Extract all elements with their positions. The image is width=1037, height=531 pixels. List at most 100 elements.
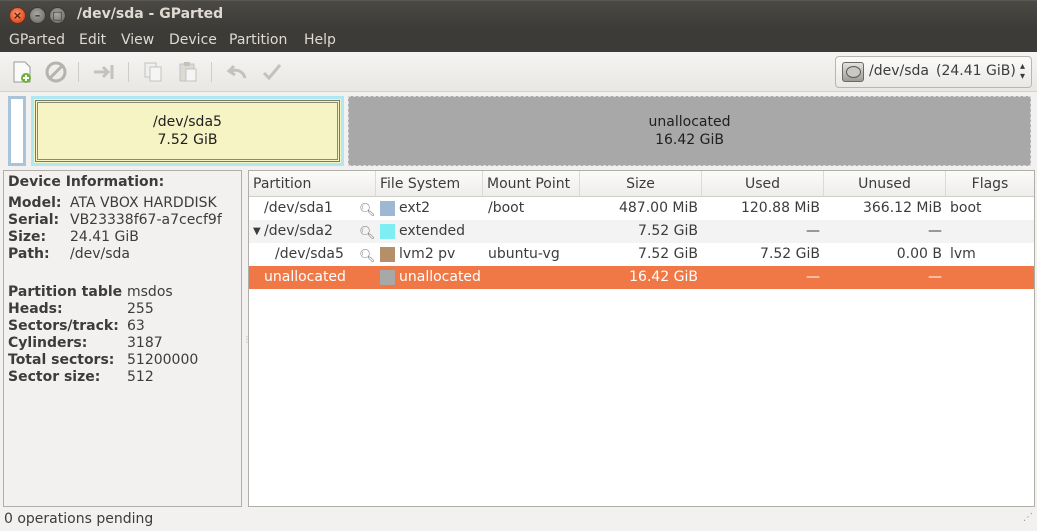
cell-flags: lvm: [950, 246, 976, 262]
column-header-file-system[interactable]: File System: [376, 171, 483, 197]
resize-move-icon: [94, 65, 114, 79]
cell-size: 7.52 GiB: [638, 246, 698, 262]
menu-edit[interactable]: Edit: [79, 32, 106, 48]
info-row-total-sectors: Total sectors: 51200000: [8, 352, 198, 369]
paste-icon: [179, 62, 197, 82]
copy-icon: [144, 62, 162, 82]
new-icon: [13, 61, 31, 83]
status-text: 0 operations pending: [4, 511, 154, 527]
window-title: /dev/sda - GParted: [77, 6, 224, 22]
info-value: 255: [127, 301, 154, 317]
cell-unused: 0.00 B: [896, 246, 942, 262]
column-header-flags[interactable]: Flags: [946, 171, 1034, 197]
cell-size: 487.00 MiB: [618, 200, 698, 216]
info-row-cylinders: Cylinders: 3187: [8, 335, 163, 352]
info-row-heads: Heads: 255: [8, 301, 154, 318]
cell-partition: /dev/sda1: [264, 200, 333, 216]
info-row-path: Path: /dev/sda: [8, 246, 130, 263]
cell-partition: /dev/sda2: [264, 223, 333, 239]
new-partition-button[interactable]: [10, 60, 34, 84]
cell-used: —: [806, 269, 820, 285]
cell-unused: 366.12 MiB: [862, 200, 942, 216]
info-row-size: Size: 24.41 GiB: [8, 229, 139, 246]
cell-flags: boot: [950, 200, 982, 216]
partition-block-name: unallocated: [648, 114, 731, 130]
apply-icon: [262, 64, 282, 81]
window-resize-grip[interactable]: ⋰: [1023, 512, 1033, 523]
partition-block-unallocated[interactable]: unallocated 16.42 GiB: [348, 96, 1031, 166]
undo-button[interactable]: [225, 60, 249, 84]
device-info-panel: Device Information: Model: ATA VBOX HARD…: [3, 170, 242, 507]
column-header-size[interactable]: Size: [580, 171, 702, 197]
info-value: /dev/sda: [70, 246, 130, 262]
fs-color-swatch: [380, 224, 395, 239]
minimize-icon: –: [34, 9, 41, 22]
key-icon: 🔍︎: [359, 226, 376, 241]
cell-size: 16.42 GiB: [629, 269, 698, 285]
column-header-partition[interactable]: Partition: [249, 171, 376, 197]
info-row-model: Model: ATA VBOX HARDDISK: [8, 195, 217, 212]
resize-move-button[interactable]: [92, 60, 116, 84]
table-row[interactable]: /dev/sda5 🔍︎ lvm2 pv ubuntu-vg 7.52 GiB …: [249, 243, 1034, 266]
fs-color-swatch: [380, 247, 395, 262]
menu-help[interactable]: Help: [304, 32, 336, 48]
harddisk-icon: [842, 62, 864, 82]
status-bar: 0 operations pending: [0, 507, 1037, 531]
table-row[interactable]: ▼ /dev/sda2 🔍︎ extended 7.52 GiB — —: [249, 220, 1034, 243]
info-row-sectors-track: Sectors/track: 63: [8, 318, 145, 335]
partition-block-sda5[interactable]: /dev/sda5 7.52 GiB: [31, 96, 344, 166]
device-selector[interactable]: /dev/sda (24.41 GiB) ▴ ▾: [835, 56, 1032, 88]
cell-used: 120.88 MiB: [740, 200, 820, 216]
expander-down-icon[interactable]: ▼: [253, 220, 261, 243]
close-icon: ×: [12, 9, 23, 22]
partition-block-size: 7.52 GiB: [157, 132, 218, 148]
device-info-title: Device Information:: [8, 174, 165, 190]
info-key: Serial:: [8, 212, 60, 228]
partition-block-size: 16.42 GiB: [655, 132, 724, 148]
device-size: (24.41 GiB): [936, 63, 1016, 79]
menu-view[interactable]: View: [121, 32, 154, 48]
info-key: Partition table: [8, 284, 123, 300]
info-key: Model:: [8, 195, 62, 211]
menu-bar: GParted Edit View Device Partition Help: [0, 29, 1037, 52]
window-maximize-button[interactable]: □: [49, 7, 66, 24]
info-value: 51200000: [127, 352, 199, 368]
info-row-partition-table: Partition table msdos: [8, 284, 173, 301]
table-row[interactable]: /dev/sda1 🔍︎ ext2 /boot 487.00 MiB 120.8…: [249, 197, 1034, 220]
cell-unused: —: [928, 223, 942, 239]
window-close-button[interactable]: ×: [9, 7, 26, 24]
menu-device[interactable]: Device: [169, 32, 217, 48]
cell-size: 7.52 GiB: [638, 223, 698, 239]
info-value: VB23338f67-a7cecf9f: [70, 212, 222, 228]
column-header-used[interactable]: Used: [702, 171, 824, 197]
menu-gparted[interactable]: GParted: [9, 32, 65, 48]
cell-mount-point: ubuntu-vg: [488, 246, 560, 262]
delete-partition-button[interactable]: [44, 60, 68, 84]
apply-button[interactable]: [260, 60, 284, 84]
cell-file-system: extended: [399, 223, 466, 239]
partition-table: Partition File System Mount Point Size U…: [248, 170, 1035, 507]
undo-icon: [226, 64, 247, 79]
device-name: /dev/sda: [869, 63, 929, 79]
info-row-sector-size: Sector size: 512: [8, 369, 154, 386]
pane-resize-handle[interactable]: ⋮: [243, 335, 251, 345]
window-minimize-button[interactable]: –: [29, 7, 46, 24]
partition-block-name: /dev/sda5: [153, 114, 222, 130]
column-header-unused[interactable]: Unused: [824, 171, 946, 197]
cell-mount-point: /boot: [488, 200, 525, 216]
cell-partition: unallocated: [264, 269, 346, 285]
column-header-mount-point[interactable]: Mount Point: [483, 171, 580, 197]
cell-file-system: unallocated: [399, 269, 481, 285]
title-bar: × – □ /dev/sda - GParted: [0, 0, 1037, 29]
menu-partition[interactable]: Partition: [229, 32, 287, 48]
fs-color-swatch: [380, 201, 395, 216]
extended-partition-bar[interactable]: [8, 96, 26, 166]
info-key: Cylinders:: [8, 335, 88, 351]
cell-file-system: lvm2 pv: [399, 246, 456, 262]
partition-map: /dev/sda5 7.52 GiB unallocated 16.42 GiB: [0, 92, 1037, 170]
copy-button[interactable]: [141, 60, 165, 84]
toolbar-separator: [128, 62, 129, 82]
paste-button[interactable]: [176, 60, 200, 84]
table-row-selected[interactable]: unallocated unallocated 16.42 GiB — —: [249, 266, 1034, 289]
info-value: ATA VBOX HARDDISK: [70, 195, 217, 211]
